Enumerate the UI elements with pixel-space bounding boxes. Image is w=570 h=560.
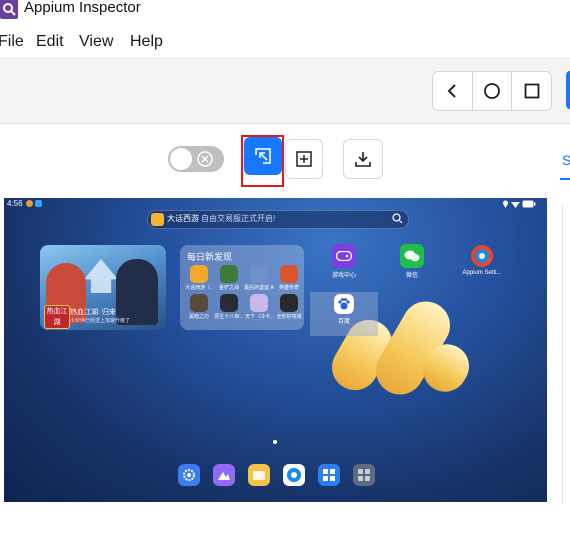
notification-icon (35, 200, 42, 207)
global-search-bar[interactable]: 大话西游 自由交易服正式开启! (147, 210, 409, 229)
game-icon (190, 294, 208, 312)
title-bar: Appium Inspector (0, 0, 570, 22)
game-item[interactable]: 金铲之战 (214, 265, 244, 291)
search-game-name: 大话西游 (167, 214, 199, 223)
menu-file[interactable]: File (0, 33, 24, 51)
status-time: 4:56 (7, 199, 23, 208)
screenshot-footer-area (0, 504, 570, 560)
plus-square-icon (296, 151, 312, 167)
app-label: 微信 (405, 273, 418, 279)
daily-discovery-widget: 每日新发现 大话西游（.. 金铲之战 最后的堡垒 A 英雄传奇 黑暗之刃 原生十… (180, 245, 304, 330)
game-icon (220, 265, 238, 283)
home-button[interactable] (473, 72, 513, 110)
appstore-icon[interactable] (318, 464, 340, 486)
selected-mode-highlight (241, 135, 284, 187)
menu-help[interactable]: Help (130, 33, 163, 51)
tab-source[interactable]: S (562, 152, 570, 168)
location-icon (503, 200, 508, 208)
banner-logo: 热血江湖 (44, 305, 70, 329)
gallery-icon[interactable] (213, 464, 235, 486)
game-icon (280, 265, 298, 283)
app-appium-settings[interactable]: Appium Setti... (452, 244, 512, 276)
app-label: 游戏中心 (331, 273, 356, 279)
game-icon (280, 294, 298, 312)
game-icon (151, 213, 164, 226)
device-toolbar (0, 57, 570, 124)
temple-illustration (84, 259, 118, 293)
character-illustration (116, 259, 158, 325)
search-hint: 自由交易服正式开启! (201, 214, 276, 223)
game-label: 大话西游（.. (185, 285, 213, 291)
primary-action-button[interactable] (566, 71, 570, 109)
app-baidu[interactable]: 百度 (314, 294, 374, 325)
notification-icon (26, 200, 33, 207)
app-label: Appium Setti... (462, 270, 502, 276)
banner-subtitle: 小伙伴已经送上加速升级了 (70, 318, 131, 324)
back-button[interactable] (433, 72, 473, 110)
game-item[interactable]: 黑暗之刃 (184, 294, 214, 320)
page-indicator (273, 440, 277, 444)
game-icon (220, 294, 238, 312)
battery-icon (522, 200, 536, 208)
tap-by-coordinates-button[interactable] (285, 139, 323, 179)
app-game-center[interactable]: 游戏中心 (314, 244, 374, 279)
game-label: 金铲之战 (218, 285, 239, 291)
browser-icon[interactable] (283, 464, 305, 486)
recents-button[interactable] (512, 72, 551, 110)
device-nav-group (432, 71, 552, 111)
download-icon (355, 152, 371, 167)
game-label: 黑暗之刃 (188, 314, 209, 320)
menu-edit[interactable]: Edit (36, 33, 64, 51)
recents-icon (524, 83, 540, 99)
app-label: 百度 (337, 319, 350, 325)
game-banner-card[interactable]: 热血江湖 热血江湖: 归来 小伙伴已经送上加速升级了 (40, 245, 166, 330)
toggle-knob (170, 148, 192, 170)
source-panel (562, 205, 570, 505)
game-item[interactable]: 大话西游（.. (184, 265, 214, 291)
game-item[interactable]: 英雄传奇 (274, 265, 304, 291)
gamepad-icon (332, 244, 356, 268)
files-icon[interactable] (248, 464, 270, 486)
game-item[interactable]: 全你好攻城 (274, 294, 304, 320)
widget-title: 每日新发现 (187, 252, 233, 262)
game-icon (250, 265, 268, 283)
back-icon (447, 84, 457, 98)
game-item[interactable]: 原生十八世... (214, 294, 244, 320)
game-label: 原生十八世... (214, 314, 244, 320)
native-web-toggle[interactable] (168, 146, 224, 172)
appium-logo-icon (0, 0, 18, 19)
menu-bar: File Edit View Help (0, 28, 570, 56)
game-item[interactable]: 天下（冷卡.. (244, 294, 274, 320)
home-icon (484, 83, 500, 99)
game-label: 全你好攻城 (276, 314, 302, 320)
search-icon (392, 213, 403, 224)
folder-icon[interactable] (353, 464, 375, 486)
game-label: 最后的堡垒 A (244, 285, 274, 291)
banner-title: 热血江湖: 归来 (70, 309, 116, 316)
game-item[interactable]: 最后的堡垒 A (244, 265, 274, 291)
close-circle-icon (197, 151, 213, 167)
download-screenshot-button[interactable] (343, 139, 383, 179)
game-icon (190, 265, 208, 283)
game-label: 英雄传奇 (278, 285, 299, 291)
game-label: 天下（冷卡.. (245, 314, 273, 320)
appium-settings-icon (470, 244, 494, 268)
app-wechat[interactable]: 微信 (382, 244, 442, 279)
status-icons (502, 200, 536, 210)
menu-view[interactable]: View (79, 33, 113, 51)
inspector-controls (0, 124, 570, 198)
baidu-paw-icon (334, 294, 354, 314)
settings-icon[interactable] (178, 464, 200, 486)
app-dock (174, 460, 378, 490)
wifi-icon (511, 202, 521, 208)
device-screenshot[interactable]: 4:56 大话西游 自由交易服正式开启! 热血江湖 热血江湖: 归来 小伙伴已经… (4, 198, 547, 502)
window-title: Appium Inspector (24, 0, 141, 16)
wechat-icon (400, 244, 424, 268)
active-tab-indicator (560, 178, 570, 180)
game-icon (250, 294, 268, 312)
